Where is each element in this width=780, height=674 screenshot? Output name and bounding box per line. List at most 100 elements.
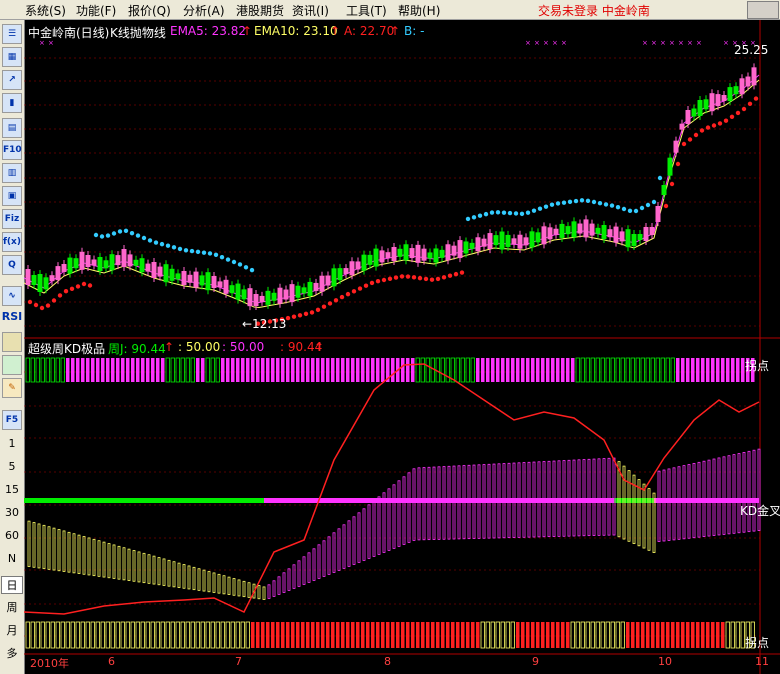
histogram-bar xyxy=(367,504,371,559)
menu-tools[interactable]: 工具(T) xyxy=(346,2,387,19)
sar-dot xyxy=(189,248,195,254)
top-strip-bar xyxy=(91,358,95,382)
menu-news[interactable]: 资讯(I) xyxy=(292,2,329,19)
top-strip-bar xyxy=(236,358,240,382)
a-arrow: ↑ xyxy=(390,24,401,38)
period-15[interactable]: 15 xyxy=(0,483,24,496)
bottom-strip-bar xyxy=(95,621,100,649)
sar-dot xyxy=(351,289,357,294)
kd-bar-green xyxy=(24,498,264,503)
wave-icon[interactable]: ∿ xyxy=(2,286,22,306)
histogram-bar xyxy=(417,467,421,541)
candle-body xyxy=(223,279,229,294)
menu-quote[interactable]: 报价(Q) xyxy=(128,2,171,19)
sar-dot xyxy=(591,199,597,205)
x-label-3: 8 xyxy=(384,655,391,668)
sar-dot xyxy=(417,275,423,281)
period-multi[interactable]: 多 xyxy=(0,645,24,661)
histogram-bar xyxy=(72,533,76,574)
pencil-icon[interactable]: ✎ xyxy=(2,378,22,398)
menu-help[interactable]: 帮助(H) xyxy=(398,2,440,19)
period-week[interactable]: 周 xyxy=(0,599,24,615)
bottom-strip-bar xyxy=(605,621,610,649)
top-strip-bar xyxy=(301,358,305,382)
bottom-strip-bar xyxy=(45,621,50,649)
histogram-bar xyxy=(227,576,231,595)
bottom-strip-bar xyxy=(190,621,195,649)
histogram-bar xyxy=(397,480,401,547)
f5-button[interactable]: F5 xyxy=(2,410,22,430)
candle-body xyxy=(607,229,613,238)
top-strip-bar xyxy=(256,358,260,382)
histogram-bar xyxy=(232,578,236,596)
period-30[interactable]: 30 xyxy=(0,506,24,519)
candle-body xyxy=(481,238,487,247)
grid-icon[interactable]: ▦ xyxy=(2,47,22,67)
period-month[interactable]: 月 xyxy=(0,622,24,638)
bottom-strip-bar xyxy=(100,621,105,649)
window-restore-button[interactable] xyxy=(747,1,779,19)
sar-mark: × xyxy=(687,39,693,47)
top-strip-bar xyxy=(460,357,465,383)
sar-dot xyxy=(561,200,567,205)
rsi-button[interactable]: RSI xyxy=(0,310,24,323)
bottom-strip-bar xyxy=(725,621,730,649)
period-60[interactable]: 60 xyxy=(0,529,24,542)
sar-dot xyxy=(315,307,321,313)
fiz-icon[interactable]: Fiz xyxy=(2,209,22,229)
doc-icon[interactable]: ▤ xyxy=(2,118,22,138)
bottom-strip-bar xyxy=(590,621,595,649)
sar-dot xyxy=(387,276,393,281)
fx-icon[interactable]: f(x) xyxy=(2,232,22,252)
top-strip-bar xyxy=(726,358,730,382)
bottom-strip-bar xyxy=(541,622,545,648)
bottom-strip-bar xyxy=(205,621,210,649)
sar-dot xyxy=(531,208,537,213)
f10-icon[interactable]: F10 xyxy=(2,140,22,160)
histogram-bar xyxy=(242,580,246,598)
list-icon[interactable]: ☰ xyxy=(2,24,22,44)
menu-function[interactable]: 功能(F) xyxy=(76,2,116,19)
top-strip-bar xyxy=(630,357,635,383)
bottom-strip-bar xyxy=(135,621,140,649)
candle-body xyxy=(679,123,685,130)
grid-small-icon[interactable] xyxy=(2,332,22,352)
candle-body xyxy=(505,234,511,247)
calc-icon[interactable]: ▥ xyxy=(2,163,22,183)
period-n[interactable]: N xyxy=(0,552,24,565)
bottom-strip-bar xyxy=(556,622,560,648)
period-5[interactable]: 5 xyxy=(0,460,24,473)
period-1[interactable]: 1 xyxy=(0,437,24,450)
candle-body xyxy=(307,281,313,296)
top-strip-bar xyxy=(556,358,560,382)
menu-system[interactable]: 系统(S) xyxy=(25,2,66,19)
bottom-strip-bar xyxy=(245,621,250,649)
candle-icon[interactable]: ▮ xyxy=(2,93,22,113)
top-strip-bar xyxy=(291,358,295,382)
candle-body xyxy=(145,263,151,272)
bookmark-icon[interactable]: ▣ xyxy=(2,186,22,206)
histogram-bar xyxy=(137,551,141,583)
sar-dot xyxy=(81,281,87,287)
ema10-value: EMA10: 23.10 xyxy=(254,24,338,38)
search-icon[interactable]: Q xyxy=(2,255,22,275)
candle-body xyxy=(685,110,691,124)
top-strip-bar xyxy=(721,358,725,382)
candle-body xyxy=(673,140,679,153)
menu-analysis[interactable]: 分析(A) xyxy=(183,2,225,19)
menu-hk-futures[interactable]: 港股期货 xyxy=(236,2,284,19)
sar-dot xyxy=(303,311,309,317)
top-strip-bar xyxy=(261,358,265,382)
bottom-strip-bar xyxy=(446,622,450,648)
top-strip-bar xyxy=(165,357,170,383)
line-chart-icon[interactable]: ↗ xyxy=(2,70,22,90)
arrow-icon[interactable] xyxy=(2,355,22,375)
period-day[interactable]: 日 xyxy=(1,576,23,594)
candle-body xyxy=(451,245,457,256)
ema5-line xyxy=(24,74,760,303)
histogram-bar xyxy=(282,572,286,593)
sar-dot xyxy=(711,123,717,128)
bottom-strip-bar xyxy=(701,622,705,648)
sar-dot xyxy=(405,274,411,279)
bottom-strip-bar xyxy=(495,621,500,649)
